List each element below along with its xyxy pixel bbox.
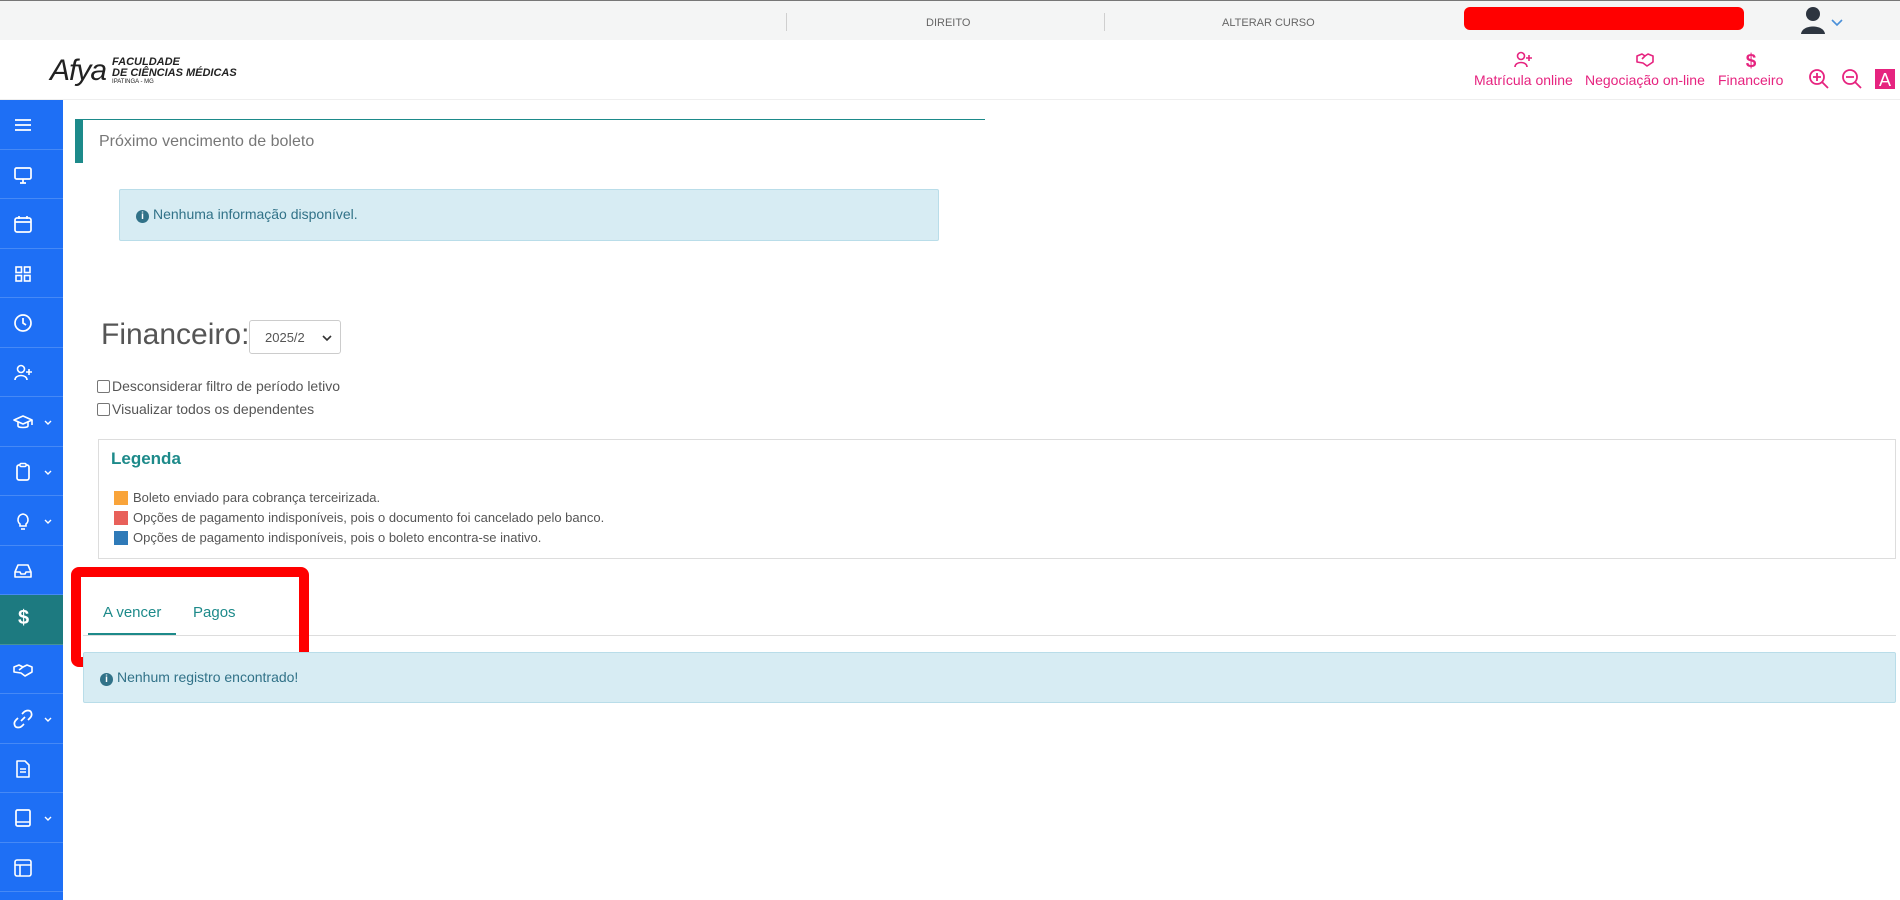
boleto-info-alert: i Nenhuma informação disponível. [119,189,939,241]
inbox-icon [14,563,32,578]
sidebar-item-calendar[interactable] [0,199,63,249]
current-course-link[interactable]: DIREITO [926,17,970,29]
chevron-down-icon [1831,19,1843,27]
logo-line: DE CIÊNCIAS MÉDICAS [112,66,237,79]
period-select-value: 2025/2 [265,330,305,345]
sidebar-item-menu[interactable] [0,100,63,150]
nav-label: Matrícula online [1474,72,1573,88]
chevron-down-icon [44,519,52,524]
handshake-icon [13,663,33,677]
page-title: Financeiro: [101,318,250,351]
legend-item: Opções de pagamento indisponíveis, pois … [114,530,541,545]
sidebar-item-academic[interactable] [0,397,63,447]
zoom-in-icon[interactable] [1808,68,1830,90]
contrast-icon[interactable]: A [1874,68,1896,90]
clipboard-icon [16,462,30,481]
card-title: Próximo vencimento de boleto [99,133,315,150]
alert-text: Nenhuma informação disponível. [153,206,358,222]
logo-line: IPATINGA - MG [112,78,154,85]
chevron-down-icon [322,335,332,342]
top-bar: DIREITO ALTERAR CURSO [0,0,1900,40]
sidebar-item-links[interactable] [0,694,63,744]
legend-title: Legenda [111,449,181,468]
logo-subtitle: FACULDADE DE CIÊNCIAS MÉDICAS IPATINGA -… [112,55,237,86]
ignore-period-filter-checkbox[interactable]: Desconsiderar filtro de período letivo [97,378,340,394]
afya-logo[interactable]: Afya FACULDADE DE CIÊNCIAS MÉDICAS IPATI… [50,54,237,88]
sidebar-item-apps[interactable] [0,249,63,298]
sidebar: $ [0,100,63,900]
layout-icon [14,858,32,877]
nav-negociacao-online[interactable]: Negociação on-line [1585,50,1705,88]
change-course-link[interactable]: ALTERAR CURSO [1222,17,1315,29]
nav-label: Financeiro [1718,72,1784,88]
next-boleto-card: Próximo vencimento de boleto [75,119,985,163]
clock-icon [14,314,32,332]
info-icon: i [136,210,149,223]
zoom-out-icon[interactable] [1841,68,1863,90]
legend-item: Opções de pagamento indisponíveis, pois … [114,510,604,525]
show-all-dependents-checkbox[interactable]: Visualizar todos os dependentes [97,401,314,417]
sidebar-item-dashboard[interactable] [0,150,63,199]
dollar-icon: $ [1745,51,1756,70]
chevron-down-icon [44,470,52,475]
sidebar-item-documents[interactable] [0,744,63,793]
divider [786,13,787,31]
grid-icon [15,265,31,282]
nav-financeiro[interactable]: $ Financeiro [1718,50,1783,88]
sidebar-item-library[interactable] [0,793,63,843]
divider [1104,13,1105,31]
redacted-user-name [1464,7,1744,30]
sidebar-item-inbox[interactable] [0,546,63,595]
sidebar-item-financeiro[interactable]: $ [0,595,63,645]
document-icon [16,759,30,778]
calendar-icon [14,216,32,233]
sidebar-item-negotiation[interactable] [0,645,63,694]
legend-text: Opções de pagamento indisponíveis, pois … [133,530,542,545]
nav-label: Negociação on-line [1585,72,1705,88]
sidebar-item-clipboard[interactable] [0,447,63,496]
svg-text:A: A [1879,70,1891,90]
chevron-down-icon [44,717,52,722]
user-plus-icon [14,364,32,380]
chevron-down-icon [44,420,52,425]
link-icon [13,709,33,729]
dollar-icon: $ [18,607,30,629]
chevron-down-icon [44,816,52,821]
results-info-alert: i Nenhum registro encontrado! [83,652,1896,703]
sidebar-item-enrollment[interactable] [0,348,63,397]
alert-text: Nenhum registro encontrado! [117,669,299,685]
graduation-cap-icon [13,415,33,429]
sidebar-item-history[interactable] [0,298,63,348]
sidebar-item-layout[interactable] [0,843,63,892]
legend-text: Opções de pagamento indisponíveis, pois … [133,510,605,525]
checkbox-label: Desconsiderar filtro de período letivo [112,378,341,394]
sidebar-item-ideas[interactable] [0,496,63,546]
book-icon [15,809,31,827]
logo-line: FACULDADE [112,55,180,68]
legend-swatch-orange [114,490,128,505]
checkbox-label: Visualizar todos os dependentes [112,401,315,417]
user-avatar-icon [1801,7,1825,34]
legend-box: Legenda Boleto enviado para cobrança ter… [98,439,1896,559]
info-icon: i [100,673,113,686]
svg-text:$: $ [1745,51,1756,70]
legend-item: Boleto enviado para cobrança terceirizad… [114,490,380,505]
checkbox-box[interactable] [97,379,110,393]
monitor-icon [14,166,32,184]
legend-swatch-blue [114,530,128,545]
menu-icon [15,119,31,131]
user-plus-icon [1514,51,1533,68]
header: Afya FACULDADE DE CIÊNCIAS MÉDICAS IPATI… [0,40,1900,100]
legend-swatch-red [114,510,128,525]
legend-text: Boleto enviado para cobrança terceirizad… [133,490,381,505]
tabs-divider [83,635,1896,636]
period-select[interactable]: 2025/2 [249,320,341,354]
lightbulb-icon [17,513,29,530]
checkbox-box[interactable] [97,402,110,416]
logo-word: Afya [50,54,107,87]
handshake-icon [1636,53,1654,67]
user-menu-button[interactable] [1800,5,1850,37]
nav-matricula-online[interactable]: Matrícula online [1474,50,1573,88]
